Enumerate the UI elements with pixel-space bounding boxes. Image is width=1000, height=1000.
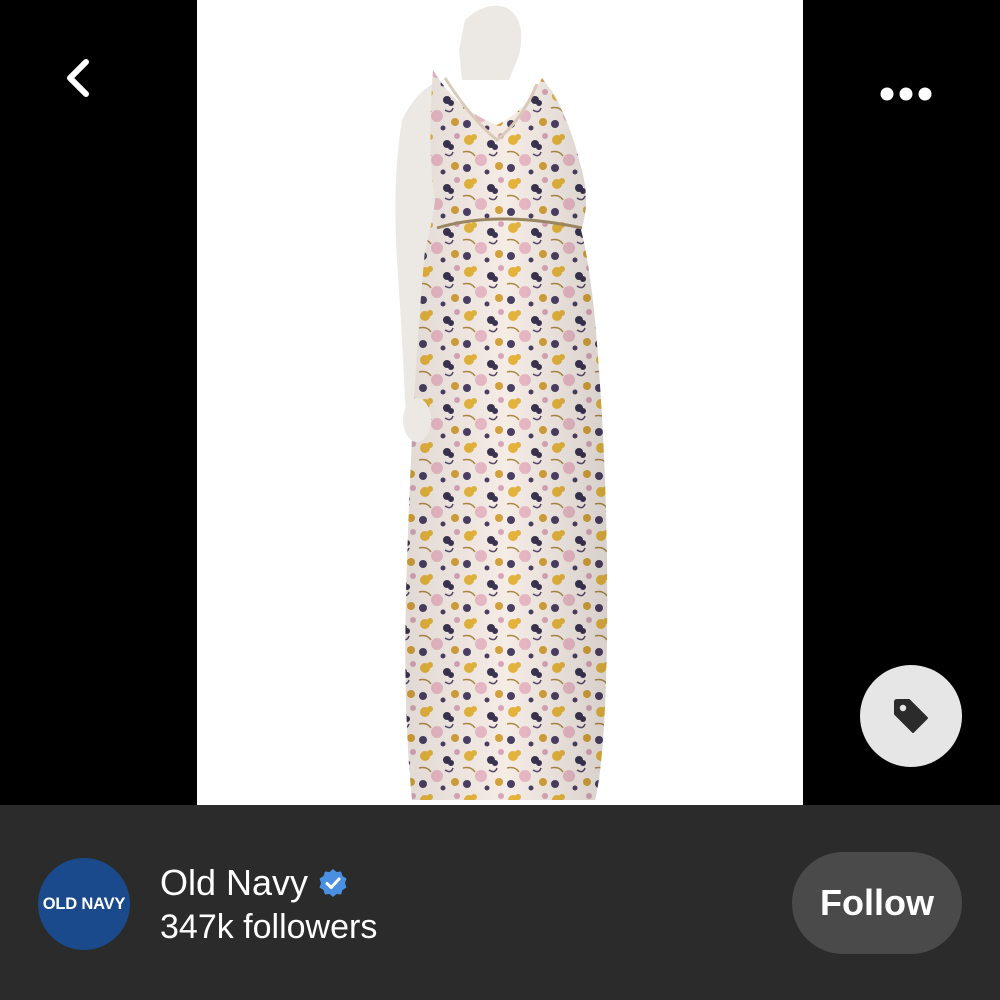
image-viewer [0,0,1000,805]
dress-illustration [395,5,608,800]
more-options-button[interactable] [870,70,942,118]
shop-tag-button[interactable] [860,665,962,767]
verified-badge-icon [318,868,348,898]
pin-image[interactable] [197,0,803,805]
follower-count: 347k followers [160,908,378,946]
pin-footer: OLD NAVY Old Navy 347k followers Follow [0,805,1000,1000]
back-button[interactable] [50,50,106,106]
account-name[interactable]: Old Navy [160,861,308,905]
account-avatar[interactable]: OLD NAVY [38,858,130,950]
account-name-row: Old Navy [160,861,348,905]
avatar-logo-text: OLD NAVY [42,894,126,913]
follow-button[interactable]: Follow [792,852,962,954]
chevron-left-icon [67,59,89,97]
more-options-icon [880,87,932,101]
tag-icon [894,699,928,733]
